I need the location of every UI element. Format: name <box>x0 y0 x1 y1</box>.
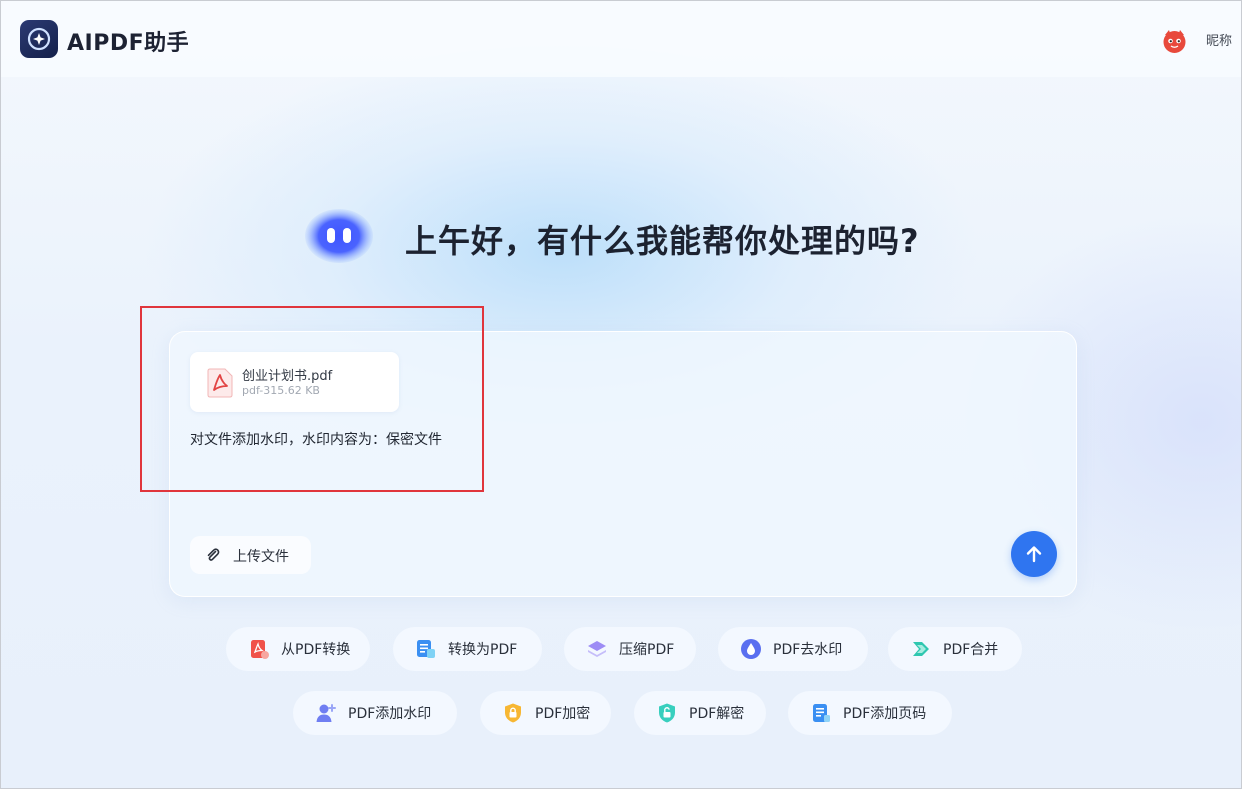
red-highlight-annotation <box>140 306 484 492</box>
tool-label: PDF加密 <box>535 706 591 722</box>
merge-pdf-icon <box>913 642 929 656</box>
tool-remove-watermark[interactable]: PDF去水印 <box>718 627 868 671</box>
send-button[interactable] <box>1011 531 1057 577</box>
tool-encrypt-pdf[interactable]: PDF加密 <box>480 691 611 735</box>
app-title: AIPDF助手 <box>67 31 190 56</box>
pdf-convert-from-icon <box>251 640 269 659</box>
tool-merge-pdf[interactable]: PDF合并 <box>888 627 1022 671</box>
remove-watermark-icon <box>741 639 761 659</box>
compress-pdf-icon <box>588 641 606 657</box>
upload-file-label: 上传文件 <box>233 549 289 565</box>
top-bar: AIPDF助手 昵称 <box>1 1 1241 77</box>
shield-lock-icon <box>505 703 521 723</box>
tool-add-watermark[interactable]: PDF添加水印 <box>293 691 457 735</box>
tool-add-page-number[interactable]: PDF添加页码 <box>788 691 952 735</box>
tool-label: 压缩PDF <box>619 642 675 658</box>
upload-file-button[interactable]: 上传文件 <box>190 536 311 574</box>
avatar[interactable] <box>1161 27 1188 54</box>
add-page-number-icon <box>813 704 830 722</box>
arrow-up-icon <box>1026 546 1042 563</box>
unlock-icon <box>659 703 675 723</box>
tool-convert-to-pdf[interactable]: 转换为PDF <box>393 627 542 671</box>
tool-label: 从PDF转换 <box>281 642 351 658</box>
tool-decrypt-pdf[interactable]: PDF解密 <box>634 691 766 735</box>
convert-to-pdf-icon <box>417 640 435 658</box>
tool-label: PDF合并 <box>943 642 999 658</box>
tool-label: PDF添加页码 <box>843 706 927 722</box>
tool-pdf-convert-from[interactable]: 从PDF转换 <box>226 627 370 671</box>
paperclip-icon <box>207 548 220 561</box>
assistant-bot-icon <box>305 209 373 263</box>
nickname-link[interactable]: 昵称 <box>1206 30 1232 49</box>
app-window: AIPDF助手 昵称 上午好，有什么我能帮你处理的吗? 创业计划书.pdf pd… <box>0 0 1242 789</box>
tool-label: PDF添加水印 <box>348 706 432 722</box>
tool-label: 转换为PDF <box>448 642 518 658</box>
add-watermark-icon <box>316 704 336 722</box>
tool-compress-pdf[interactable]: 压缩PDF <box>564 627 696 671</box>
tool-label: PDF解密 <box>689 706 745 722</box>
tool-label: PDF去水印 <box>773 642 843 658</box>
app-logo-icon[interactable] <box>20 20 58 58</box>
greeting-heading: 上午好，有什么我能帮你处理的吗? <box>405 222 920 260</box>
